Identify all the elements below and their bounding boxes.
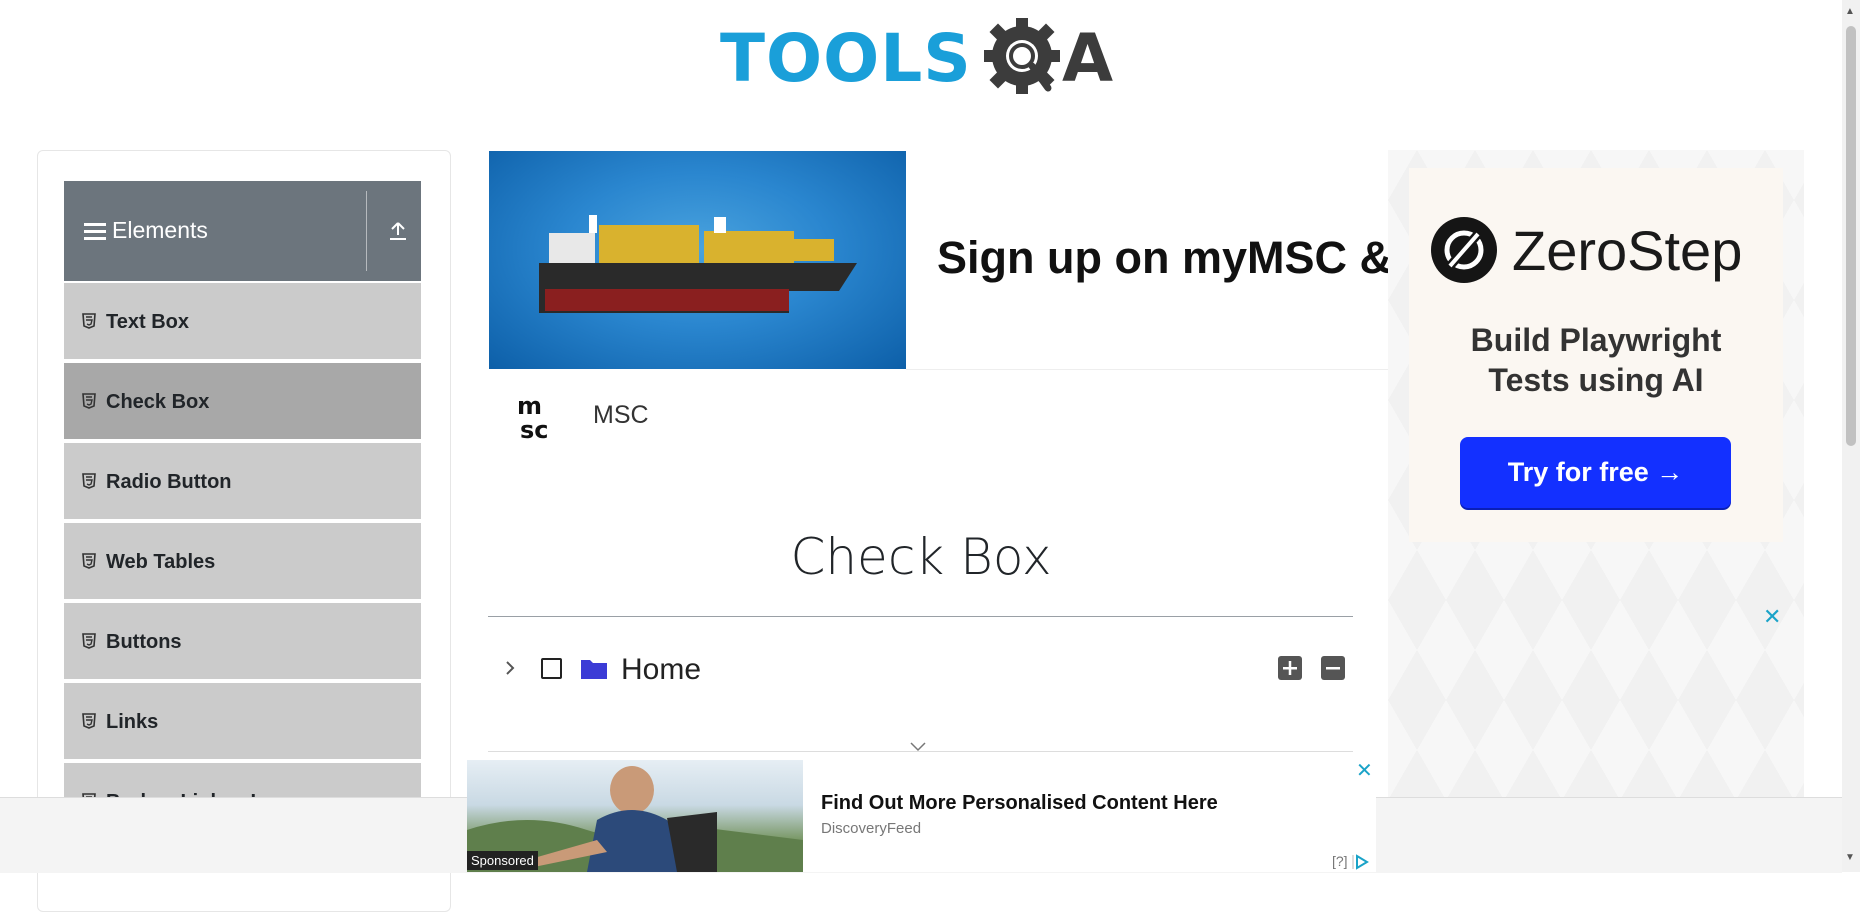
folder-icon [581,660,607,679]
logo-text-tools: TOOLS [720,20,972,97]
sidebar-item-label: Radio Button [106,471,232,493]
container-ship-illustration [539,215,857,313]
sidebar-item-label: Text Box [106,311,189,333]
msc-logo: m sc [517,392,549,442]
sidebar-item-web-tables[interactable]: Web Tables [64,521,421,599]
html5-icon [82,633,96,649]
sidebar-item-radio-button[interactable]: Radio Button [64,441,421,519]
sponsored-badge: Sponsored [467,851,538,870]
home-checkbox[interactable] [541,658,562,679]
html5-icon [82,393,96,409]
ad-ship-image[interactable] [489,151,906,369]
expand-all-icon[interactable] [1278,656,1302,680]
html5-icon [82,553,96,569]
advertiser-name: MSC [593,401,649,429]
ad-brand-name: ZeroStep [1512,219,1743,282]
collapse-all-icon[interactable] [1321,656,1345,680]
bottom-ad-source: DiscoveryFeed [821,820,922,837]
group-title: Elements [112,217,208,243]
scroll-up-arrow-icon[interactable]: ▲ [1845,6,1855,17]
svg-text:sc: sc [520,416,549,442]
close-icon[interactable]: ✕ [1356,758,1373,783]
title-divider [488,616,1353,617]
toolsqa-logo[interactable]: TOOLS A [720,12,1128,108]
adchoices-label: [?] [1332,853,1348,869]
gear-magnifier-icon [984,18,1060,94]
adchoices-icon[interactable]: [?] [1332,853,1370,871]
chevron-down-icon [910,742,926,752]
sidebar-item-label: Check Box [106,391,210,413]
collapse-arrow-icon[interactable] [386,219,410,243]
sidebar-item-check-box[interactable]: Check Box [64,361,421,439]
sidebar-item-label: Links [106,711,159,733]
tree-node-label[interactable]: Home [621,653,701,687]
elements-group-header[interactable]: Elements [64,181,421,281]
sidebar-item-links[interactable]: Links [64,681,421,759]
html5-icon [82,313,96,329]
sidebar-item-label: Web Tables [106,551,216,573]
bottom-ad-headline[interactable]: Find Out More Personalised Content Here [821,792,1218,815]
ad-tagline: Build Playwright Tests using AI [1409,320,1783,400]
ad-tagline-line2: Tests using AI [1488,362,1704,398]
chevron-right-icon[interactable] [500,656,520,680]
ad-tagline-line1: Build Playwright [1470,322,1722,358]
scroll-down-arrow-icon[interactable]: ▼ [1845,852,1855,863]
sidebar-item-buttons[interactable]: Buttons [64,601,421,679]
try-for-free-button[interactable]: Try for free → [1460,437,1731,508]
close-icon[interactable]: ✕ [1763,604,1781,630]
adchoices-triangle-icon [1352,854,1370,871]
hamburger-icon [84,223,106,240]
logo-text-a: A [1062,20,1114,97]
page-title: Check Box [790,528,1052,586]
scrollbar-thumb[interactable] [1846,26,1856,446]
html5-icon [82,473,96,489]
html5-icon [82,713,96,729]
zerostep-logo-icon [1431,217,1497,283]
header-divider [366,191,367,271]
sidebar-item-text-box[interactable]: Text Box [64,281,421,359]
ad-headline[interactable]: Sign up on myMSC & B [937,232,1397,284]
sidebar-item-label: Buttons [106,631,182,653]
